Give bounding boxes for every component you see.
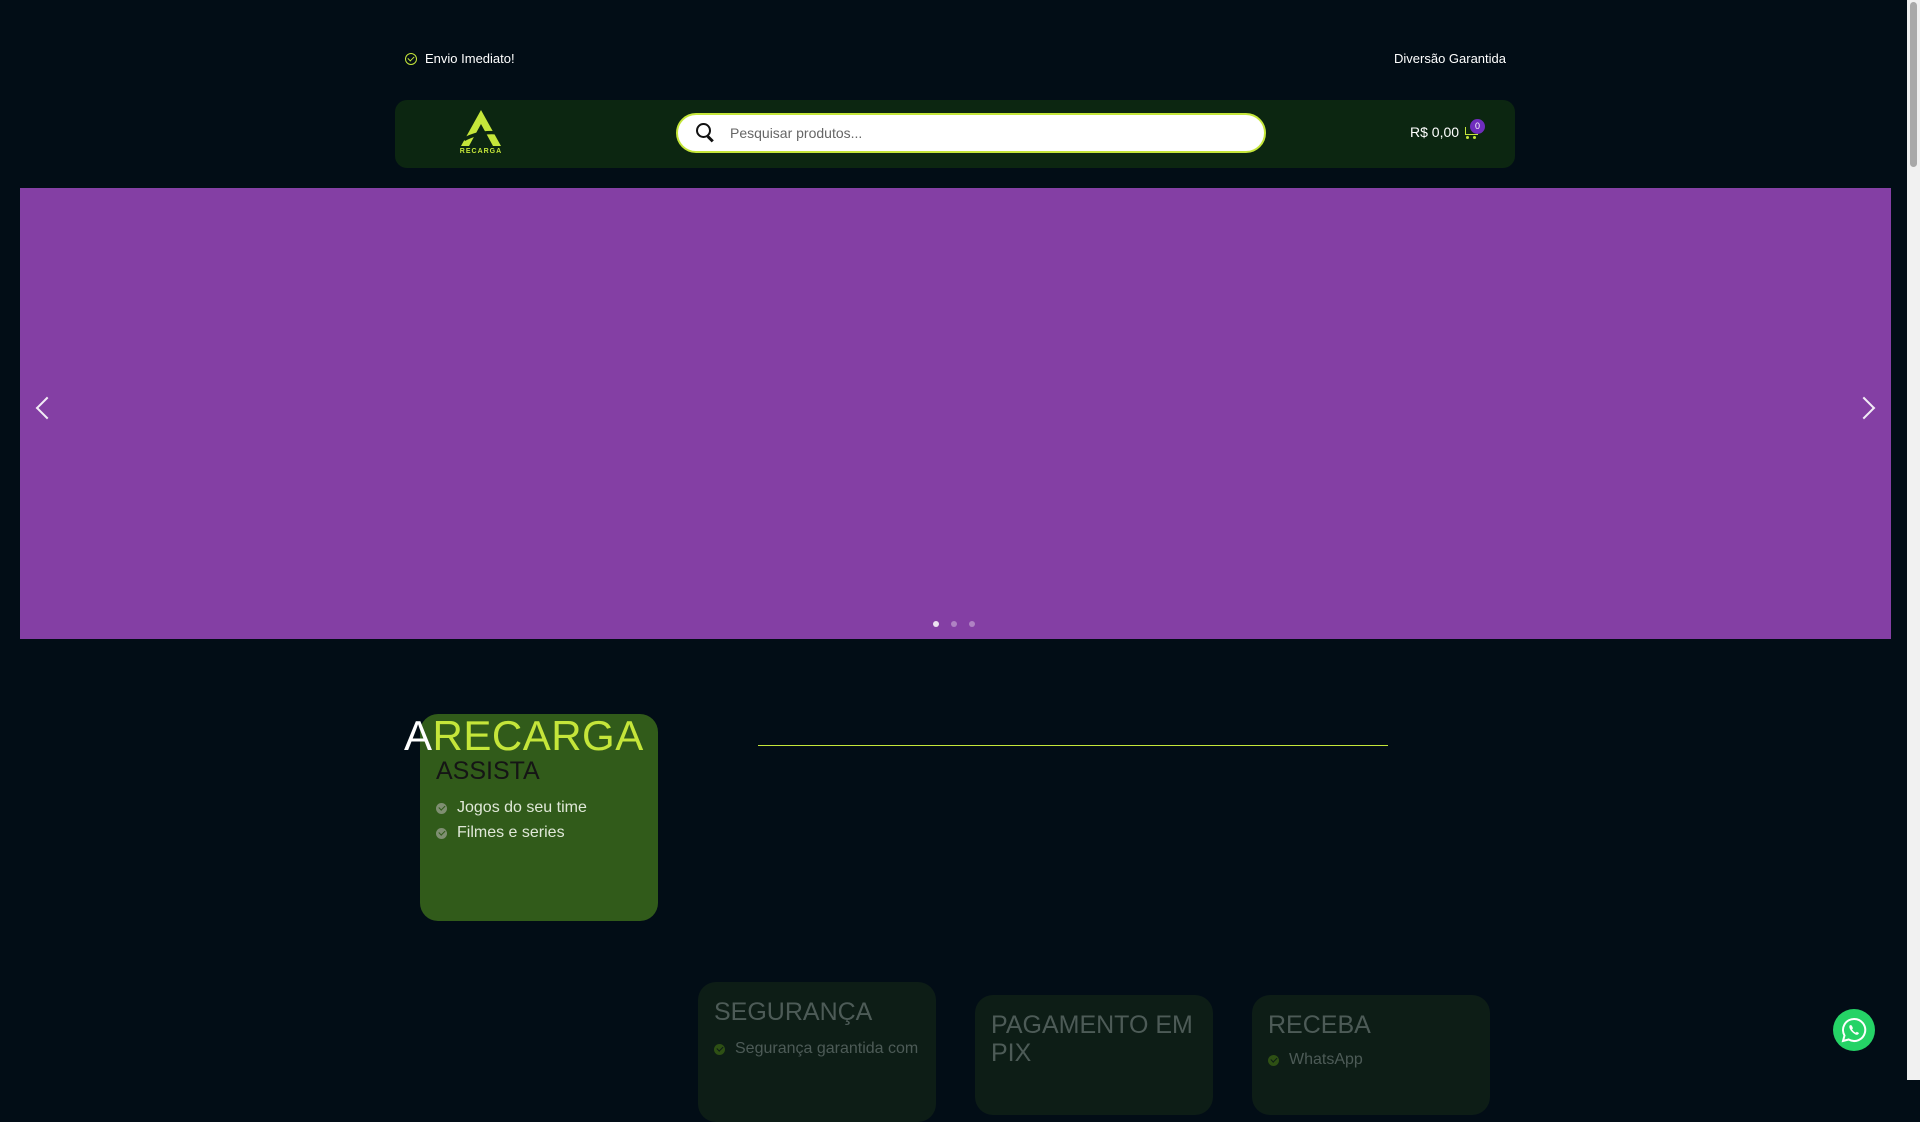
feature-card-title: RECEBA xyxy=(1268,1011,1371,1039)
cart-button[interactable]: R$ 0,00 xyxy=(1410,124,1479,140)
check-circle-icon xyxy=(405,52,417,65)
logo-a-icon xyxy=(461,110,503,146)
list-item: WhatsApp xyxy=(1268,1051,1474,1069)
cart-total: R$ 0,00 xyxy=(1410,124,1460,140)
section-divider xyxy=(758,745,1388,746)
feature-list: Jogos do seu time Filmes e series xyxy=(436,799,642,842)
feature-card-title: ASSISTA xyxy=(436,757,540,785)
slider-dot-2[interactable] xyxy=(951,621,957,627)
hero-slider xyxy=(20,188,1891,639)
whatsapp-icon xyxy=(1841,1017,1867,1043)
page-scrollbar[interactable] xyxy=(1907,0,1920,1080)
list-item-text: WhatsApp xyxy=(1289,1051,1363,1068)
check-circle-icon xyxy=(714,1043,725,1055)
check-circle-icon xyxy=(436,827,447,839)
feature-list: Segurança garantida com xyxy=(714,1040,920,1058)
feature-card-title: SEGURANÇA xyxy=(714,998,873,1026)
list-item-text: Segurança garantida com xyxy=(735,1040,919,1057)
list-item-text: Filmes e series xyxy=(457,824,565,841)
list-item: Segurança garantida com xyxy=(714,1040,920,1058)
feature-card-title: PAGAMENTO EM PIX xyxy=(991,1011,1193,1067)
slider-dot-3[interactable] xyxy=(969,621,975,627)
feature-list: WhatsApp xyxy=(1268,1051,1474,1069)
list-item: Jogos do seu time xyxy=(436,799,642,817)
site-logo[interactable]: RECARGA xyxy=(455,108,507,160)
chevron-right-icon[interactable] xyxy=(1852,396,1876,420)
topbar-fun-guaranteed: Diversão Garantida xyxy=(1394,51,1506,66)
section-title-highlight: RECARGA xyxy=(432,712,644,759)
feature-card-pix-payment: PAGAMENTO EM PIX xyxy=(975,995,1213,1115)
section-title-prefix: A xyxy=(404,712,433,759)
section-title: ARECARGA xyxy=(404,713,644,759)
check-circle-icon xyxy=(436,802,447,814)
search-input[interactable] xyxy=(728,124,1232,142)
slider-pagination xyxy=(933,621,975,627)
search-bar xyxy=(676,113,1266,153)
check-circle-icon xyxy=(1268,1054,1279,1066)
logo-text: RECARGA xyxy=(459,148,503,155)
feature-card-receive: RECEBA WhatsApp xyxy=(1252,995,1490,1115)
chevron-left-icon[interactable] xyxy=(35,396,59,420)
scrollbar-thumb[interactable] xyxy=(1910,2,1917,167)
cart-count-badge: 0 xyxy=(1470,119,1485,134)
feature-card-security: SEGURANÇA Segurança garantida com xyxy=(698,982,936,1122)
slider-dot-1[interactable] xyxy=(933,621,939,627)
list-item-text: Jogos do seu time xyxy=(457,799,587,816)
whatsapp-button[interactable] xyxy=(1833,1009,1875,1051)
topbar-shipping-text: Envio Imediato! xyxy=(425,51,515,66)
site-header: RECARGA R$ 0,00 0 xyxy=(395,100,1515,168)
topbar-shipping: Envio Imediato! xyxy=(405,51,515,66)
list-item: Filmes e series xyxy=(436,824,642,842)
search-icon[interactable] xyxy=(692,120,718,146)
